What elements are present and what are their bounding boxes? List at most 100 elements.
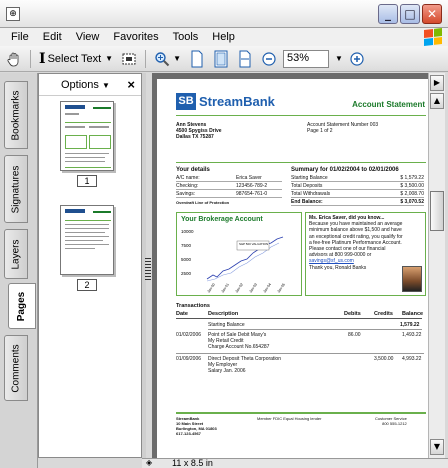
summary-value: $ 3,500.00 [400, 183, 424, 189]
x-tick: Jan-00 [207, 282, 216, 293]
status-bar: ◈ 11 x 8.5 in [142, 458, 448, 468]
footer-bank: StreamBank 10 Main Street Burlington, MA… [176, 416, 217, 436]
col-debits: Debits [344, 311, 361, 317]
menu-tools[interactable]: Tools [166, 31, 206, 43]
zoom-level-input[interactable]: 53% [283, 49, 330, 68]
x-tick: Jan-01 [221, 282, 230, 293]
promo-box: Ms. Erica Saver, did you know... Because… [305, 212, 426, 296]
detail-value: 987654-761-0 [236, 191, 268, 197]
tx-balance: 4,993.22 [402, 356, 422, 362]
toolbar-separator [30, 49, 31, 68]
summary-value: $ 2,008.70 [400, 191, 424, 197]
tab-signatures-label: Signatures [10, 165, 22, 213]
actual-size-icon[interactable] [187, 49, 207, 69]
select-text-tool[interactable]: I Select Text ▼ [37, 49, 115, 69]
thumbnail-line [89, 126, 109, 128]
summary-row: Total Withdrawals $ 2,008.70 [291, 191, 424, 198]
thumbnail-box [65, 135, 87, 149]
summary-row: Starting Balance $ 1,579.22 [291, 175, 424, 182]
page-thumbnail-2[interactable] [60, 205, 114, 275]
toolbar: I Select Text ▼ ▼ 53% ▼ [0, 46, 448, 72]
thumbnail-rule [65, 167, 111, 168]
fit-width-icon[interactable] [235, 49, 255, 69]
tab-pages[interactable]: Pages [8, 283, 36, 329]
tab-signatures[interactable]: Signatures [4, 155, 28, 223]
thumbnail-line [93, 107, 111, 109]
scroll-right-arrow-icon[interactable]: ▶ [430, 75, 444, 91]
thumbnail-logo [65, 209, 85, 213]
close-button[interactable]: ✕ [422, 4, 442, 24]
tx-debit: 86.00 [348, 332, 361, 338]
tab-layers-label: Layers [10, 238, 22, 270]
menu-edit[interactable]: Edit [36, 31, 69, 43]
maximize-button[interactable]: □ [400, 4, 420, 24]
transactions-header: Date Description Debits Credits Balance [176, 311, 423, 319]
menu-bar: File Edit View Favorites Tools Help [0, 28, 448, 46]
vertical-scrollbar[interactable]: ▶ ▲ ▼ [428, 73, 445, 458]
thumbnail-line [65, 228, 109, 229]
footer-line: 800 555-1212 [382, 421, 407, 426]
snapshot-tool-icon[interactable] [119, 49, 139, 69]
zoom-in-tool-icon[interactable]: ▼ [152, 49, 183, 69]
scroll-down-arrow-icon[interactable]: ▼ [430, 439, 444, 455]
statement-number: Account Statement Number 003 Page 1 of 2 [307, 122, 378, 134]
zoom-in-icon[interactable] [347, 49, 367, 69]
detail-label: Checking: [176, 183, 199, 189]
page-size-icon: ◈ [146, 458, 153, 467]
footer-member: Member FDIC Equal Housing lender [257, 416, 322, 421]
page-thumbnail-1[interactable] [60, 101, 114, 171]
detail-row: Savings: 987654-761-0 [176, 191, 282, 198]
menu-help[interactable]: Help [205, 31, 242, 43]
menu-view[interactable]: View [69, 31, 107, 43]
text-cursor-icon: I [39, 50, 46, 67]
x-tick: Jan-04 [263, 282, 272, 293]
tx-description: Charge Account No.654287 [208, 344, 270, 350]
panel-close-button[interactable]: × [127, 77, 135, 92]
promo-signoff: Thank you, Ronald Banks [309, 264, 367, 271]
detail-value: 123456-789-2 [236, 183, 268, 189]
tx-date: 01/09/2006 [176, 356, 202, 362]
document-view[interactable]: SB StreamBank Account Statement Ann Stev… [152, 73, 428, 458]
chevron-down-icon[interactable]: ▼ [105, 54, 113, 63]
splitter-grip-icon[interactable] [145, 258, 151, 280]
page-number-2: 2 [77, 279, 97, 291]
options-label: Options [61, 78, 99, 91]
minimize-button[interactable]: _ [378, 4, 398, 24]
acrobat-app-icon[interactable]: ⊕ [6, 7, 20, 21]
menu-favorites[interactable]: Favorites [106, 31, 165, 43]
summary-title: Summary for 01/02/2004 to 02/01/2006 [291, 167, 399, 173]
thumbnail-line [65, 161, 105, 162]
thumbnail-line [65, 232, 105, 233]
zoom-out-icon[interactable] [259, 49, 279, 69]
tab-bookmarks[interactable]: Bookmarks [4, 81, 28, 149]
tab-layers[interactable]: Layers [4, 229, 28, 279]
thumbnail-line [93, 211, 111, 213]
overdraft-note: Overdraft Line of Protection [176, 200, 230, 205]
y-tick: 2500 [181, 271, 192, 276]
logo-name: StreamBank [199, 94, 275, 109]
summary-label: Starting Balance [291, 175, 328, 181]
tab-comments[interactable]: Comments [4, 335, 28, 401]
legend-text: S&P 500 VALUATION [239, 242, 268, 246]
y-tick: 7500 [181, 243, 192, 248]
brokerage-chart: 10000 7500 5000 2500 S&P 500 VALUATION J… [181, 229, 286, 294]
detail-label: Savings: [176, 191, 196, 197]
footer-line: 617-123-4567 [176, 431, 201, 436]
tab-pages-label: Pages [16, 291, 28, 321]
scroll-up-arrow-icon[interactable]: ▲ [430, 93, 444, 109]
brokerage-box: Your Brokerage Account 10000 7500 5000 2… [176, 212, 302, 296]
summary-label: End Balance: [291, 199, 323, 205]
options-menu-button[interactable]: Options ▼ [61, 79, 110, 91]
chevron-down-icon[interactable]: ▼ [173, 54, 181, 63]
navigation-tabs: Bookmarks Signatures Layers Pages Commen… [0, 73, 38, 468]
zoom-dropdown-chevron-icon[interactable]: ▼ [335, 54, 343, 63]
summary-value: $ 3,070.52 [400, 199, 424, 205]
tab-comments-label: Comments [10, 343, 22, 393]
menu-file[interactable]: File [4, 31, 36, 43]
fit-page-icon[interactable] [211, 49, 231, 69]
hand-tool-icon[interactable] [4, 49, 24, 69]
header-rule [176, 115, 426, 116]
col-credits: Credits [374, 311, 393, 317]
transactions-title: Transactions [176, 303, 210, 309]
scrollbar-thumb[interactable] [430, 191, 444, 231]
